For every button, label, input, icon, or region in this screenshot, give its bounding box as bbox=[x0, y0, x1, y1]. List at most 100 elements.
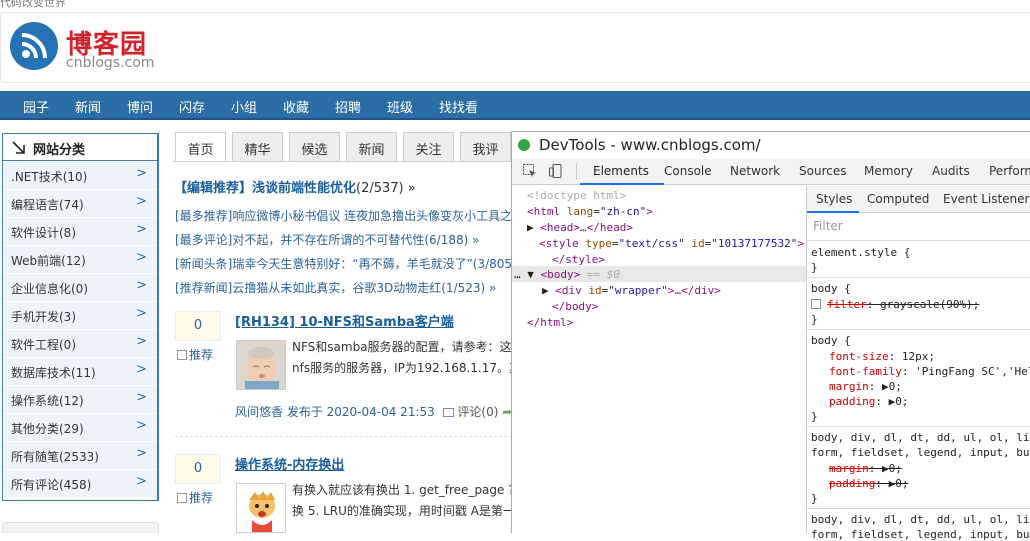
font-size-declaration[interactable]: font-size: 12px; bbox=[829, 350, 935, 363]
filter-declaration[interactable]: filter: grayscale(90%); bbox=[811, 298, 979, 311]
style-close-node[interactable]: </style> bbox=[552, 253, 605, 266]
headline-text[interactable]: 【编辑推荐】浅谈前端性能优化 bbox=[174, 181, 356, 196]
sidebar-item-db[interactable]: 数据库技术(11) > bbox=[3, 358, 157, 386]
sidebar-header: 网站分类 bbox=[3, 134, 157, 161]
devtools-title: DevTools - www.cnblogs.com/ bbox=[539, 136, 761, 154]
tab-network[interactable]: Network bbox=[730, 164, 780, 178]
sidebar-item-all-posts[interactable]: 所有随笔(2533) > bbox=[3, 442, 157, 470]
nav-item-news[interactable]: 新闻 bbox=[75, 97, 101, 116]
declaration-checkbox[interactable] bbox=[811, 299, 821, 309]
element-style-rule[interactable]: element.style { bbox=[811, 246, 910, 259]
body-rule-selector[interactable]: body { bbox=[811, 282, 851, 295]
sidebar-item-enterprise[interactable]: 企业信息化(0) > bbox=[3, 274, 157, 302]
nav-item-search[interactable]: 找找看 bbox=[439, 97, 478, 116]
tab-memory[interactable]: Memory bbox=[864, 164, 913, 178]
sidebar-item-all-comments[interactable]: 所有评论(458) > bbox=[3, 470, 157, 498]
tab-computed[interactable]: Computed bbox=[867, 192, 929, 206]
body-rule-selector[interactable]: body { bbox=[811, 334, 851, 347]
tab-audits[interactable]: Audits bbox=[932, 164, 970, 178]
rule-divider bbox=[807, 508, 1030, 509]
author-avatar[interactable] bbox=[236, 483, 286, 533]
device-toolbar-icon[interactable] bbox=[548, 163, 564, 179]
overridden-margin[interactable]: margin: ▶0; bbox=[829, 462, 902, 475]
reset-rule-selector-cont[interactable]: form, fieldset, legend, input, but bbox=[811, 528, 1030, 541]
reset-rule-selector[interactable]: body, div, dl, dt, dd, ul, ol, li bbox=[811, 431, 1030, 444]
sidebar-item-se[interactable]: 软件工程(0) > bbox=[3, 330, 157, 358]
sidebar-item-other[interactable]: 其他分类(29) > bbox=[3, 414, 157, 442]
comment-count[interactable]: 评论(0) bbox=[457, 405, 498, 419]
recommend-link[interactable]: [最多推荐]响应微博小秘书倡议 连夜加急撸出头像变灰小工具之王 bbox=[175, 207, 512, 224]
most-comment-link[interactable]: [最多评论]对不起，并不存在所谓的不可替代性(6/188) » bbox=[175, 231, 479, 248]
overridden-padding[interactable]: padding: ▶0; bbox=[829, 477, 908, 490]
inspect-element-icon[interactable] bbox=[522, 163, 538, 179]
nav-item-wz[interactable]: 收藏 bbox=[283, 97, 309, 116]
style-node[interactable]: <style type="text/css" id="10137177532"> bbox=[539, 237, 804, 250]
author-avatar[interactable] bbox=[236, 340, 286, 390]
post-title[interactable]: 操作系统-内存换出 bbox=[235, 454, 344, 473]
expand-arrow-icon: ▶ bbox=[527, 221, 534, 234]
main-nav: 园子 新闻 博问 闪存 小组 收藏 招聘 班级 找找看 bbox=[0, 91, 1030, 120]
sidebar-item-os[interactable]: 操作系统(12) > bbox=[3, 386, 157, 414]
recommend-news-link[interactable]: [推荐新闻]云撸猫从未如此真实，谷歌3D动物走红(1/523) » bbox=[175, 279, 496, 296]
sidebar-item-dotnet[interactable]: .NET技术(10) > bbox=[3, 162, 157, 190]
post-meta: 风间悠香 发布于 2020-04-04 21:53 评论(0) ➦ 阅 bbox=[235, 403, 528, 420]
news-headline-link[interactable]: [新闻头条]瑞幸今天生意特别好：“再不薅，羊毛就没了”(3/805) » bbox=[175, 255, 528, 272]
padding-declaration[interactable]: padding: ▶0; bbox=[829, 395, 908, 408]
post-author-date[interactable]: 风间悠香 发布于 2020-04-04 21:53 bbox=[235, 405, 435, 419]
div-wrapper-node[interactable]: ▶ <div id="wrapper">…</div> bbox=[542, 284, 721, 297]
tab-home[interactable]: 首页 bbox=[175, 132, 226, 162]
tab-elements[interactable]: Elements bbox=[593, 164, 649, 178]
body-node[interactable]: … ▼ <body> == $0 bbox=[514, 268, 620, 281]
sidebar-item-mobile[interactable]: 手机开发(3) > bbox=[3, 302, 157, 330]
nav-item-edu[interactable]: 班级 bbox=[387, 97, 413, 116]
logo-domain[interactable]: cnblogs.com bbox=[66, 55, 154, 71]
sidebar-item-label: 操作系统(12) bbox=[11, 394, 84, 408]
headline-count: (2/537) » bbox=[356, 181, 416, 196]
html-close-node[interactable]: </html> bbox=[527, 316, 573, 329]
chevron-right-icon: > bbox=[136, 334, 147, 349]
tab-my-comments[interactable]: 我评 bbox=[460, 132, 511, 162]
tab-news[interactable]: 新闻 bbox=[346, 132, 397, 162]
sidebar-item-lang[interactable]: 编程语言(74) > bbox=[3, 190, 157, 218]
sidebar-next-box bbox=[2, 522, 159, 533]
reset-rule-selector[interactable]: body, div, dl, dt, dd, ul, ol, li bbox=[811, 513, 1030, 526]
sidebar-item-web[interactable]: Web前端(12) > bbox=[3, 246, 157, 274]
cartoon-avatar-icon bbox=[237, 484, 285, 532]
nav-item-group[interactable]: 小组 bbox=[231, 97, 257, 116]
nav-item-q[interactable]: 博问 bbox=[127, 97, 153, 116]
digg-button[interactable]: 推荐 bbox=[177, 489, 213, 506]
body-close-node[interactable]: </body> bbox=[552, 300, 598, 313]
nav-item-yuanzi[interactable]: 园子 bbox=[23, 97, 49, 116]
reset-rule-selector-cont[interactable]: form, fieldset, legend, input, but bbox=[811, 446, 1030, 459]
styles-filter-input[interactable]: Filter bbox=[813, 219, 843, 233]
comment-icon bbox=[442, 408, 454, 417]
head-node[interactable]: ▶ <head>…</head> bbox=[527, 221, 633, 234]
cnblogs-logo-icon[interactable] bbox=[10, 22, 58, 70]
sidebar-item-design[interactable]: 软件设计(8) > bbox=[3, 218, 157, 246]
devtools-titlebar[interactable]: DevTools - www.cnblogs.com/ bbox=[512, 132, 1030, 159]
post-summary-line: 换 5. LRU的准确实现，用时间戳 A是第一 bbox=[292, 504, 512, 518]
nav-item-ing[interactable]: 闪存 bbox=[179, 97, 205, 116]
elements-tree: <!doctype html> <html lang="zh-cn"> ▶ <h… bbox=[512, 186, 806, 534]
tab-following[interactable]: 关注 bbox=[403, 132, 454, 162]
tab-picked[interactable]: 精华 bbox=[232, 132, 283, 162]
rule-close: } bbox=[811, 410, 818, 423]
tab-console[interactable]: Console bbox=[664, 164, 712, 178]
digg-button[interactable]: 推荐 bbox=[177, 346, 213, 363]
thumbs-up-icon bbox=[177, 350, 187, 360]
tab-styles[interactable]: Styles bbox=[816, 192, 852, 206]
doctype-node[interactable]: <!doctype html> bbox=[527, 189, 626, 202]
nav-item-job[interactable]: 招聘 bbox=[335, 97, 361, 116]
post-title[interactable]: [RH134] 10-NFS和Samba客户端 bbox=[235, 311, 454, 330]
font-family-declaration[interactable]: font-family: 'PingFang SC','Hel bbox=[829, 365, 1030, 378]
tab-event-listeners[interactable]: Event Listeners bbox=[943, 192, 1030, 206]
editor-pick-headline[interactable]: 【编辑推荐】浅谈前端性能优化(2/537) » bbox=[174, 177, 416, 196]
tab-sources[interactable]: Sources bbox=[799, 164, 846, 178]
tab-candidate[interactable]: 候选 bbox=[289, 132, 340, 162]
post-summary-line: nfs服务的服务器，IP为192.168.1.17。其中 bbox=[292, 361, 512, 375]
tab-performance[interactable]: Perform bbox=[989, 164, 1030, 178]
margin-declaration[interactable]: margin: ▶0; bbox=[829, 380, 902, 393]
devtools-toolbar: Elements Console Network Sources Memory … bbox=[512, 159, 1030, 185]
html-node[interactable]: <html lang="zh-cn"> bbox=[527, 205, 653, 218]
baby-photo-icon bbox=[237, 341, 285, 389]
